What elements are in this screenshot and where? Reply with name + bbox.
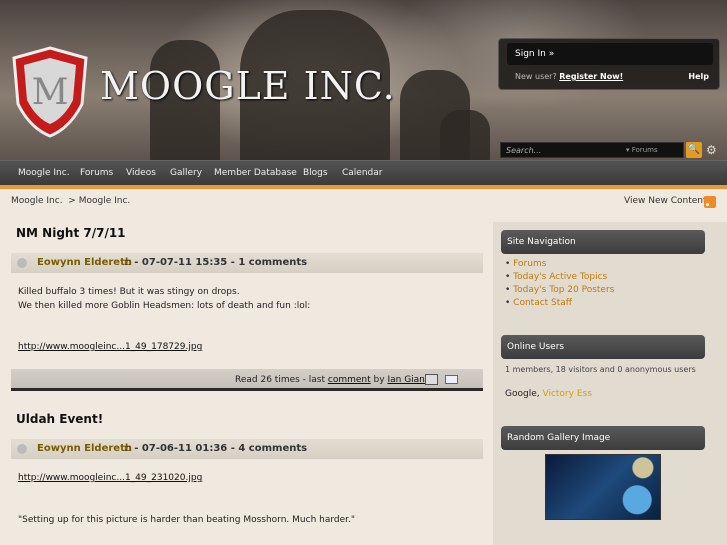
random-gallery-image[interactable] (545, 454, 661, 520)
blog-posts: NM Night 7/7/11 Eowynn Eldereth ▫ - 07-0… (0, 212, 492, 545)
sidebar-item-active-topics[interactable]: • Today's Active Topics (505, 271, 614, 284)
login-panel: Sign In » New user? Register Now! Help (498, 38, 720, 90)
breadcrumb-current[interactable]: Moogle Inc. (79, 196, 131, 206)
post-meta-text: - 07-06-11 01:36 - 4 comments (134, 443, 308, 454)
gear-icon[interactable]: ⚙ (706, 142, 720, 158)
help-link[interactable]: Help (688, 72, 709, 81)
register-link[interactable]: Register Now! (559, 72, 623, 81)
last-comment-link[interactable]: comment (328, 375, 371, 385)
post-image-link[interactable]: http://www.moogleinc...1_49_231020.jpg (18, 473, 202, 483)
nav-accent-stripe (0, 185, 727, 189)
email-icon[interactable] (445, 375, 458, 384)
post-body-line: We then killed more Goblin Headsmen: lot… (18, 301, 311, 311)
print-icon[interactable] (425, 374, 438, 385)
breadcrumb-root[interactable]: Moogle Inc. (11, 196, 63, 206)
post-author[interactable]: Eowynn Eldereth (37, 443, 132, 454)
post-body-line: Killed buffalo 3 times! But it was sting… (18, 287, 240, 297)
site-name[interactable]: MOOGLE INC. (100, 64, 396, 108)
view-new-content-link[interactable]: View New Content (624, 196, 707, 206)
sign-in-button[interactable]: Sign In » (507, 43, 713, 65)
random-gallery-header: Random Gallery Image (501, 426, 705, 450)
sidebar-item-forums[interactable]: • Forums (505, 258, 614, 271)
search-scope-select[interactable]: ▾ Forums (626, 146, 658, 154)
post-body: Killed buffalo 3 times! But it was sting… (18, 285, 310, 313)
logo-letter: M (32, 72, 69, 113)
post-title[interactable]: Uldah Event! (16, 412, 103, 426)
post-header: Eowynn Eldereth ▫ - 07-07-11 15:35 - 1 c… (11, 253, 483, 273)
sidebar: Site Navigation • Forums • Today's Activ… (493, 222, 727, 545)
post-header: Eowynn Eldereth ▫ - 07-06-11 01:36 - 4 c… (11, 439, 483, 459)
sidebar-item-label: Today's Top 20 Posters (513, 285, 615, 295)
nav-item-member-database[interactable]: Member Database (214, 168, 297, 178)
nav-item-blogs[interactable]: Blogs (303, 168, 328, 178)
site-header: M MOOGLE INC. Sign In » New user? Regist… (0, 0, 727, 160)
sidebar-item-label: Contact Staff (513, 298, 573, 308)
new-user-prompt: New user? Register Now! (515, 72, 623, 81)
online-bot-name: Google, (505, 389, 540, 399)
post-quote: "Setting up for this picture is harder t… (18, 515, 356, 525)
main-nav: Moogle Inc. Forums Videos Gallery Member… (0, 160, 727, 189)
nav-item-gallery[interactable]: Gallery (170, 168, 202, 178)
sidebar-item-top-posters[interactable]: • Today's Top 20 Posters (505, 284, 614, 297)
post-image-link[interactable]: http://www.moogleinc...1_49_178729.jpg (18, 342, 202, 352)
post-read-stats: Read 26 times - last comment by Ian Gian… (235, 375, 428, 385)
post-meta-text: - 07-07-11 15:35 - 1 comments (134, 257, 308, 268)
banner-figure (440, 110, 490, 160)
sidebar-item-label: Forums (513, 259, 547, 269)
nav-item-forums[interactable]: Forums (80, 168, 113, 178)
post-author[interactable]: Eowynn Eldereth (37, 257, 132, 268)
avatar-icon (17, 444, 27, 454)
post-meta: ▫ - 07-07-11 15:35 - 1 comments (124, 257, 308, 268)
online-users-header: Online Users (501, 335, 705, 359)
moogle-shield-logo[interactable]: M (10, 46, 90, 138)
nav-item-calendar[interactable]: Calendar (342, 168, 382, 178)
rss-icon[interactable] (704, 196, 716, 208)
read-count-text: Read 26 times - last (235, 375, 326, 385)
by-text: by (373, 375, 385, 385)
online-users-list: Google, Victory Ess (505, 388, 592, 401)
search-icon[interactable]: 🔍 (686, 142, 702, 158)
sidebar-item-label: Today's Active Topics (513, 272, 608, 282)
nav-item-moogle-inc[interactable]: Moogle Inc. (18, 168, 70, 178)
breadcrumb-separator: > (68, 196, 76, 206)
nav-item-videos[interactable]: Videos (126, 168, 156, 178)
site-navigation-header: Site Navigation (501, 230, 705, 254)
site-navigation-list: • Forums • Today's Active Topics • Today… (505, 258, 614, 310)
sidebar-item-contact-staff[interactable]: • Contact Staff (505, 297, 614, 310)
avatar-icon (17, 258, 27, 268)
post-meta: ▫ - 07-06-11 01:36 - 4 comments (124, 443, 308, 454)
online-users-summary: 1 members, 18 visitors and 0 anonymous u… (505, 365, 696, 374)
breadcrumb: Moogle Inc. > Moogle Inc. (11, 196, 130, 206)
new-user-text: New user? (515, 72, 557, 81)
search-scope-label: Forums (631, 146, 658, 154)
post-footer: Read 26 times - last comment by Ian Gian… (11, 369, 483, 391)
online-member-link[interactable]: Victory Ess (542, 389, 591, 399)
post-title[interactable]: NM Night 7/7/11 (16, 226, 126, 240)
last-commenter-link[interactable]: Ian Giant (387, 375, 428, 385)
